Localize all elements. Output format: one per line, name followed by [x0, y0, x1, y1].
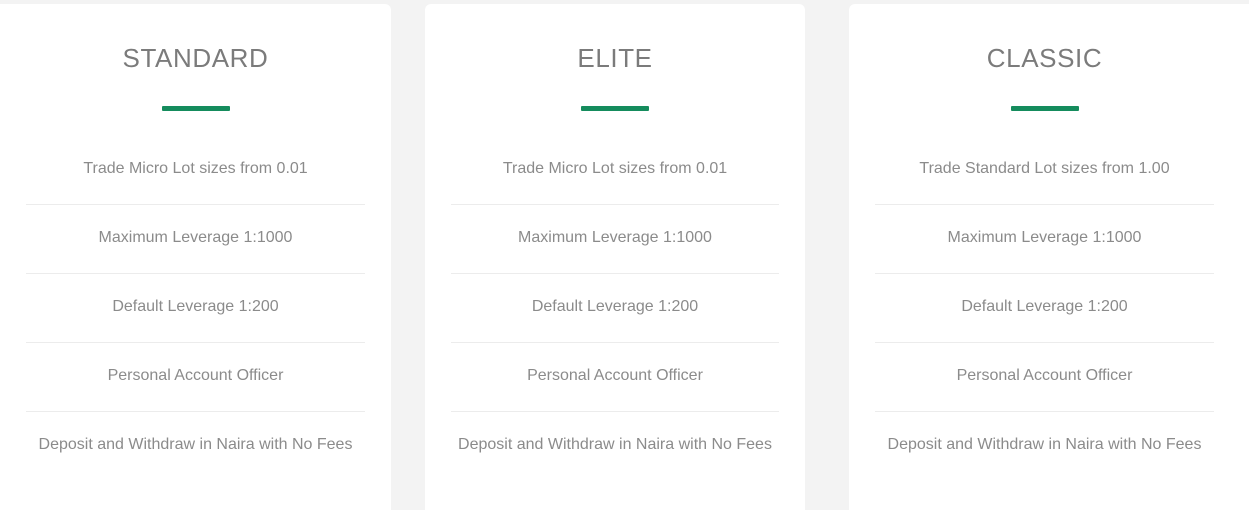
- list-item: Personal Account Officer: [451, 341, 779, 411]
- pricing-plans-section: STANDARD Trade Micro Lot sizes from 0.01…: [0, 0, 1249, 510]
- plan-card-classic[interactable]: CLASSIC Trade Standard Lot sizes from 1.…: [849, 4, 1249, 510]
- list-item: Maximum Leverage 1:1000: [451, 203, 779, 273]
- list-item: Deposit and Withdraw in Naira with No Fe…: [26, 410, 365, 480]
- plan-accent-bar-elite: [581, 105, 649, 111]
- plan-feature-list-classic: Trade Standard Lot sizes from 1.00 Maxim…: [875, 135, 1214, 480]
- plan-title-elite: ELITE: [577, 43, 653, 73]
- list-item: Personal Account Officer: [26, 341, 365, 411]
- list-item: Default Leverage 1:200: [26, 272, 365, 342]
- plan-title-classic: CLASSIC: [986, 43, 1103, 73]
- plan-card-elite[interactable]: ELITE Trade Micro Lot sizes from 0.01 Ma…: [425, 4, 805, 510]
- plan-card-elite-content: ELITE Trade Micro Lot sizes from 0.01 Ma…: [425, 4, 805, 510]
- plan-feature-list-standard: Trade Micro Lot sizes from 0.01 Maximum …: [26, 135, 365, 480]
- list-item: Personal Account Officer: [875, 341, 1214, 411]
- plan-feature-list-elite: Trade Micro Lot sizes from 0.01 Maximum …: [451, 135, 779, 480]
- list-item: Deposit and Withdraw in Naira with No Fe…: [875, 410, 1214, 480]
- plan-accent-bar-standard: [161, 105, 230, 111]
- list-item: Trade Standard Lot sizes from 1.00: [919, 160, 1170, 178]
- list-item: Maximum Leverage 1:1000: [875, 203, 1214, 273]
- plan-card-standard[interactable]: STANDARD Trade Micro Lot sizes from 0.01…: [0, 4, 391, 510]
- plan-card-standard-content: STANDARD Trade Micro Lot sizes from 0.01…: [0, 4, 391, 510]
- list-item: Trade Micro Lot sizes from 0.01: [502, 160, 728, 178]
- plan-card-classic-content: CLASSIC Trade Standard Lot sizes from 1.…: [849, 4, 1249, 510]
- plan-title-standard: STANDARD: [122, 43, 269, 73]
- list-item: Default Leverage 1:200: [875, 272, 1214, 342]
- plan-accent-bar-classic: [1010, 105, 1079, 111]
- list-item: Trade Micro Lot sizes from 0.01: [83, 160, 308, 178]
- list-item: Default Leverage 1:200: [451, 272, 779, 342]
- list-item: Maximum Leverage 1:1000: [26, 203, 365, 273]
- list-item: Deposit and Withdraw in Naira with No Fe…: [451, 410, 779, 480]
